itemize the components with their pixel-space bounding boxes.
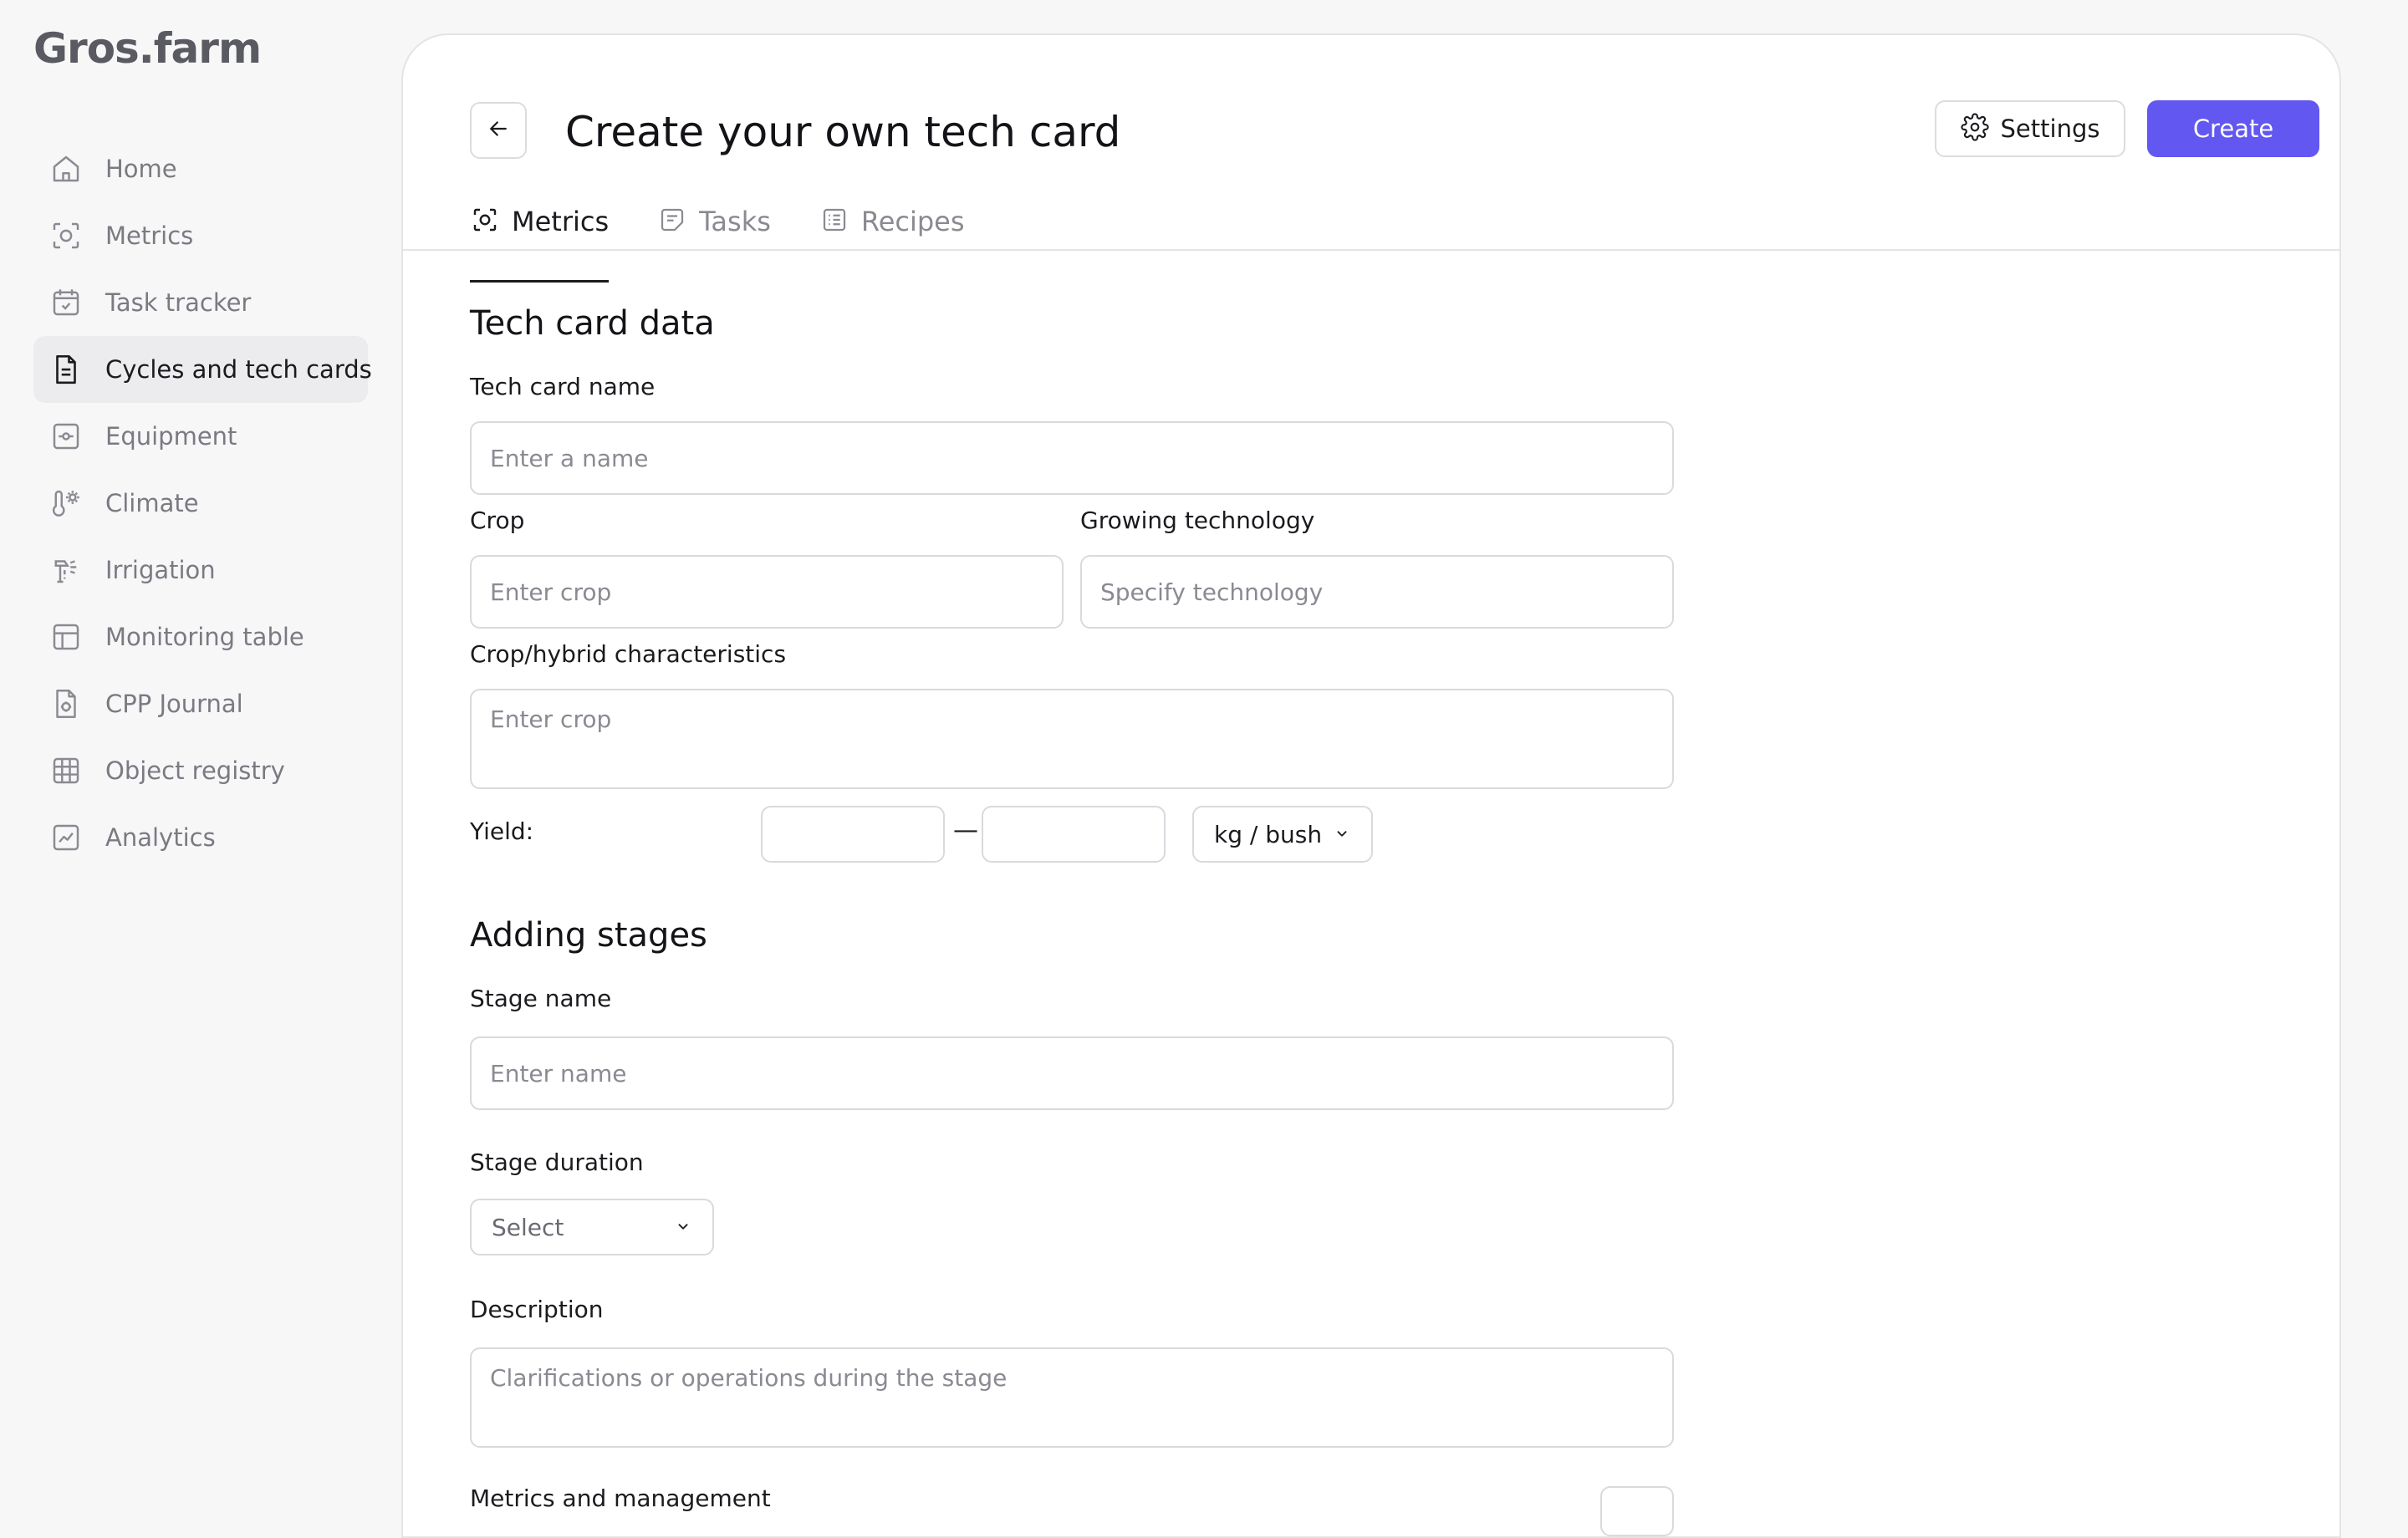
sidebar-item-label: Home (105, 155, 177, 183)
sidebar-item-label: Climate (105, 489, 199, 517)
sidebar-item-label: Irrigation (105, 556, 216, 584)
list-icon (819, 205, 849, 238)
tech-card-name-label: Tech card name (470, 373, 656, 400)
page-title: Create your own tech card (565, 108, 1121, 156)
equipment-icon (48, 419, 84, 454)
yield-max-input[interactable] (982, 806, 1166, 863)
sidebar-item-monitoring-table[interactable]: Monitoring table (33, 603, 368, 670)
metrics-icon (48, 218, 84, 253)
chevron-down-icon (1333, 821, 1351, 848)
stage-name-label: Stage name (470, 985, 612, 1012)
app-logo[interactable]: Gros.farm (33, 22, 262, 75)
sidebar-item-climate[interactable]: Climate (33, 470, 368, 537)
sidebar-item-label: CPP Journal (105, 690, 243, 718)
sidebar-item-cpp-journal[interactable]: CPP Journal (33, 670, 368, 737)
tab-recipes[interactable]: Recipes (819, 194, 965, 249)
metrics-toggle[interactable] (1600, 1486, 1674, 1536)
metrics-icon (470, 205, 500, 238)
section-title-tech-card-data: Tech card data (470, 304, 715, 343)
crop-characteristics-label: Crop/hybrid characteristics (470, 640, 787, 668)
table-icon (48, 619, 84, 654)
sidebar-nav: Home Metrics Task tracker Cycles and tec… (33, 135, 372, 871)
sidebar-item-label: Task tracker (105, 288, 252, 317)
irrigation-icon (48, 553, 84, 588)
sidebar-item-label: Equipment (105, 422, 237, 451)
grid-icon (48, 753, 84, 788)
description-textarea[interactable]: Clarifications or operations during the … (470, 1347, 1674, 1448)
tab-divider (403, 249, 2339, 251)
growing-technology-label: Growing technology (1080, 507, 1315, 534)
settings-button-label: Settings (2000, 115, 2100, 143)
calendar-check-icon (48, 285, 84, 320)
sidebar-item-label: Object registry (105, 756, 285, 785)
main-card: Create your own tech card Settings Creat… (401, 33, 2341, 1538)
tab-label: Metrics (512, 205, 610, 237)
sidebar-item-label: Monitoring table (105, 623, 304, 651)
sidebar-item-label: Cycles and tech cards (105, 355, 372, 384)
metrics-and-management-label: Metrics and management (470, 1485, 771, 1512)
section-title-adding-stages: Adding stages (470, 916, 707, 955)
yield-unit-value: kg / bush (1214, 820, 1323, 848)
crop-input[interactable]: Enter crop (470, 555, 1064, 629)
description-label: Description (470, 1296, 604, 1323)
sidebar-item-analytics[interactable]: Analytics (33, 804, 368, 871)
sidebar-item-task-tracker[interactable]: Task tracker (33, 269, 368, 336)
tech-card-name-input[interactable]: Enter a name (470, 421, 1674, 495)
crop-label: Crop (470, 507, 525, 534)
yield-label: Yield: (470, 817, 534, 845)
chevron-down-icon (674, 1214, 692, 1241)
document-icon (48, 352, 84, 387)
journal-icon (48, 686, 84, 721)
tab-tasks[interactable]: Tasks (657, 194, 771, 249)
back-button[interactable] (470, 102, 527, 159)
tab-label: Recipes (860, 206, 965, 237)
analytics-icon (48, 820, 84, 855)
sidebar-item-cycles-and-tech-cards[interactable]: Cycles and tech cards (33, 336, 372, 403)
sidebar-item-label: Analytics (105, 823, 216, 852)
sidebar-item-label: Metrics (105, 222, 194, 250)
sidebar-item-irrigation[interactable]: Irrigation (33, 537, 368, 603)
stage-name-input[interactable]: Enter name (470, 1036, 1674, 1110)
settings-button[interactable]: Settings (1935, 100, 2125, 157)
sidebar-item-home[interactable]: Home (33, 135, 368, 202)
sidebar-item-object-registry[interactable]: Object registry (33, 737, 368, 804)
yield-range-separator: — (953, 816, 978, 845)
growing-technology-input[interactable]: Specify technology (1080, 555, 1674, 629)
tab-bar: Metrics Tasks Recipes (470, 194, 965, 283)
gear-icon (1960, 113, 1989, 145)
thermometer-sun-icon (48, 486, 84, 521)
tab-metrics[interactable]: Metrics (470, 194, 610, 283)
create-button[interactable]: Create (2147, 100, 2319, 157)
tab-label: Tasks (699, 206, 771, 237)
yield-unit-select[interactable]: kg / bush (1192, 806, 1373, 863)
arrow-left-icon (486, 116, 511, 145)
yield-min-input[interactable] (761, 806, 945, 863)
sidebar-item-metrics[interactable]: Metrics (33, 202, 368, 269)
home-icon (48, 151, 84, 186)
stage-duration-value: Select (492, 1213, 564, 1241)
stage-duration-select[interactable]: Select (470, 1199, 714, 1255)
tasks-icon (657, 205, 687, 238)
sidebar-item-equipment[interactable]: Equipment (33, 403, 368, 470)
crop-characteristics-textarea[interactable]: Enter crop (470, 689, 1674, 789)
stage-duration-label: Stage duration (470, 1148, 644, 1176)
